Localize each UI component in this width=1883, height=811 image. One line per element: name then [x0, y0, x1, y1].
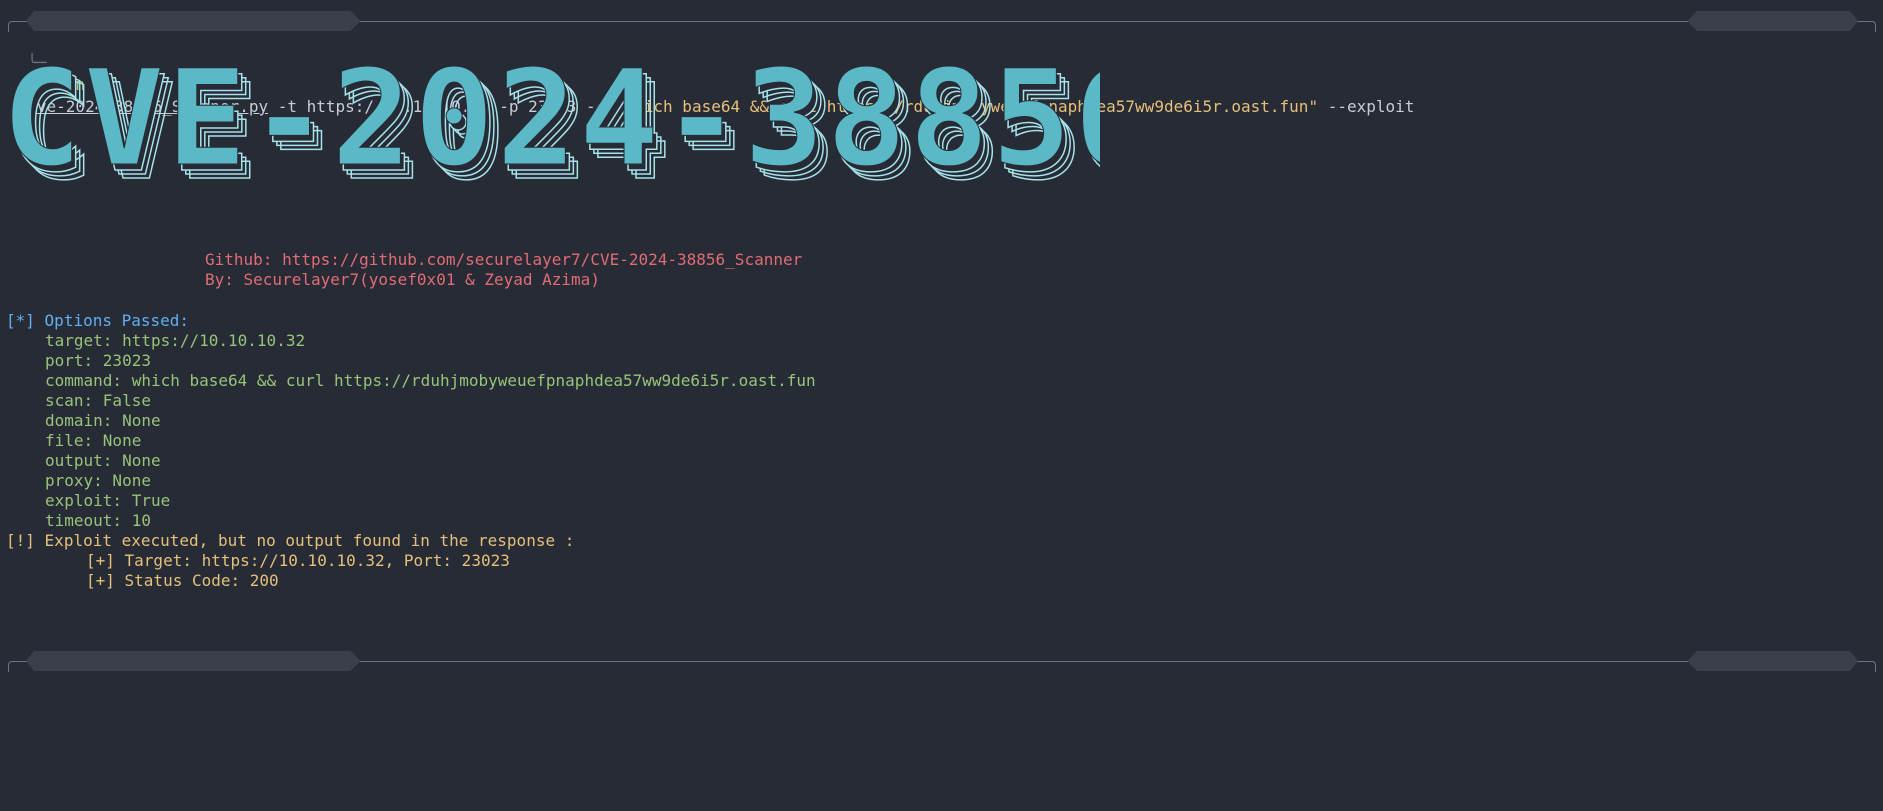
status-separator: /	[1743, 691, 1754, 710]
bottom-prompt-status-segment: ✔ / tmp 3.10.8 ✤ / 17:24:13	[1687, 651, 1858, 671]
time-separator: /	[1743, 751, 1754, 770]
result-status-line: [+] Status Code: 200	[86, 571, 279, 590]
option-item: output: None	[45, 451, 161, 470]
top-prompt-status-segment: ✔ / tmp 3.10.8 ✤ / 17:21:49	[1687, 11, 1858, 31]
command-flag: --exploit	[1318, 97, 1415, 116]
options-title: Options Passed:	[44, 311, 190, 330]
warning-marker: [!]	[6, 531, 35, 550]
result-target-line: [+] Target: https://10.10.10.32, Port: 2…	[86, 551, 510, 570]
info-marker: [*]	[6, 311, 35, 330]
option-item: port: 23023	[45, 351, 151, 370]
exploit-result-message: Exploit executed, but no output found in…	[44, 531, 575, 550]
prompt-time: 17:21:49	[1743, 131, 1821, 150]
python-env: tmp 3.10.8	[1743, 71, 1840, 90]
option-item: file: None	[45, 431, 142, 450]
command-line: ╰─ python cve-2024-38856_Scanner.py -t h…	[8, 30, 1414, 116]
ascii-banner: CVE-2024-38856 CVE-2024-38856 CVE-2024-3…	[0, 42, 1167, 211]
python-icon: ✤	[1743, 91, 1754, 110]
bottom-prompt-path-segment: /tmp/CVE-2024-38856_Scanner / main	[26, 651, 361, 671]
exploit-result: [!] Exploit executed, but no output foun…	[6, 531, 574, 551]
option-item: scan: False	[45, 391, 151, 410]
github-credit: Github: https://github.com/securelayer7/…	[205, 250, 803, 269]
prompt-corner-right	[1865, 661, 1876, 672]
top-prompt-bar: /tmp/CVE-2024-38856_Scanner / main ✔ / t…	[8, 11, 1876, 31]
options-header: [*] Options Passed:	[6, 311, 189, 331]
option-item: timeout: 10	[45, 511, 151, 530]
author-credit: By: Securelayer7(yosef0x01 & Zeyad Azima…	[205, 270, 600, 289]
python-env: tmp 3.10.8	[1743, 711, 1840, 730]
time-separator: /	[1743, 111, 1754, 130]
python-icon: ✤	[1743, 731, 1754, 750]
option-item: target: https://10.10.10.32	[45, 331, 306, 350]
path-prefix: /tmp/	[82, 671, 131, 690]
path-name: CVE-2024-38856_Scanner	[130, 671, 343, 690]
top-prompt-path-segment: /tmp/CVE-2024-38856_Scanner / main	[26, 11, 361, 31]
check-icon: ✔	[1743, 671, 1754, 690]
status-separator: /	[1743, 51, 1754, 70]
banner-svg: CVE-2024-38856 CVE-2024-38856 CVE-2024-3…	[2, 42, 1167, 211]
banner-title: CVE-2024-38856	[2, 66, 1100, 191]
option-item: command: which base64 && curl https://rd…	[45, 371, 816, 390]
bottom-prompt-bar: /tmp/CVE-2024-38856_Scanner / main ✔ / t…	[8, 651, 1876, 671]
option-item: domain: None	[45, 411, 161, 430]
prompt-corner-left	[8, 661, 19, 672]
branch-separator: /	[82, 691, 93, 710]
option-item: proxy: None	[45, 471, 151, 490]
prompt-time: 17:24:13	[1743, 771, 1821, 790]
option-item: exploit: True	[45, 491, 171, 510]
git-branch: main	[82, 711, 122, 730]
prompt-corner-right	[1865, 21, 1876, 32]
check-icon: ✔	[1743, 31, 1754, 50]
